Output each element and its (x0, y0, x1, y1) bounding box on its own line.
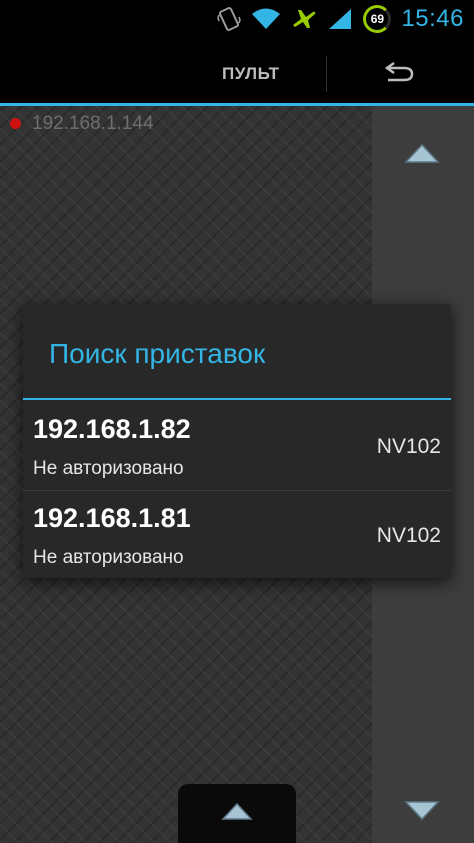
device-model: NV102 (376, 524, 441, 547)
device-model: NV102 (376, 435, 441, 458)
action-bar: ПУЛЬТ (0, 38, 474, 106)
device-status: Не авторизовано (33, 547, 184, 568)
device-ip: 192.168.1.82 (33, 414, 191, 444)
triangle-down-icon (404, 800, 440, 827)
triangle-up-icon (404, 142, 440, 169)
wifi-icon (251, 7, 281, 31)
bottom-panel-handle[interactable] (178, 784, 296, 843)
scroll-up-button[interactable] (400, 140, 444, 170)
action-bar-divider (326, 56, 327, 92)
scroll-down-button[interactable] (400, 798, 444, 828)
device-ip: 192.168.1.81 (33, 503, 191, 533)
vibrate-icon (217, 6, 242, 32)
device-status: Не авторизовано (33, 458, 184, 479)
dialog-divider (23, 398, 451, 400)
device-search-dialog: Поиск приставок 192.168.1.82 Не авторизо… (23, 304, 451, 578)
signal-icon (327, 7, 353, 31)
dialog-title: Поиск приставок (49, 338, 266, 369)
status-bar: 69 15:46 (0, 0, 474, 38)
battery-icon: 69 (363, 5, 392, 33)
status-time: 15:46 (401, 5, 464, 32)
undo-icon (384, 59, 416, 90)
battery-level: 69 (370, 12, 385, 26)
airplane-icon (291, 7, 317, 31)
connection-status-dot (10, 118, 21, 129)
triangle-up-icon (221, 801, 253, 826)
back-button[interactable] (372, 56, 428, 92)
device-list-item[interactable]: 192.168.1.82 Не авторизовано NV102 (23, 402, 451, 490)
device-list-item[interactable]: 192.168.1.81 Не авторизовано NV102 (23, 491, 451, 579)
page-title: ПУЛЬТ (222, 64, 280, 83)
connection-ip: 192.168.1.144 (32, 113, 154, 134)
